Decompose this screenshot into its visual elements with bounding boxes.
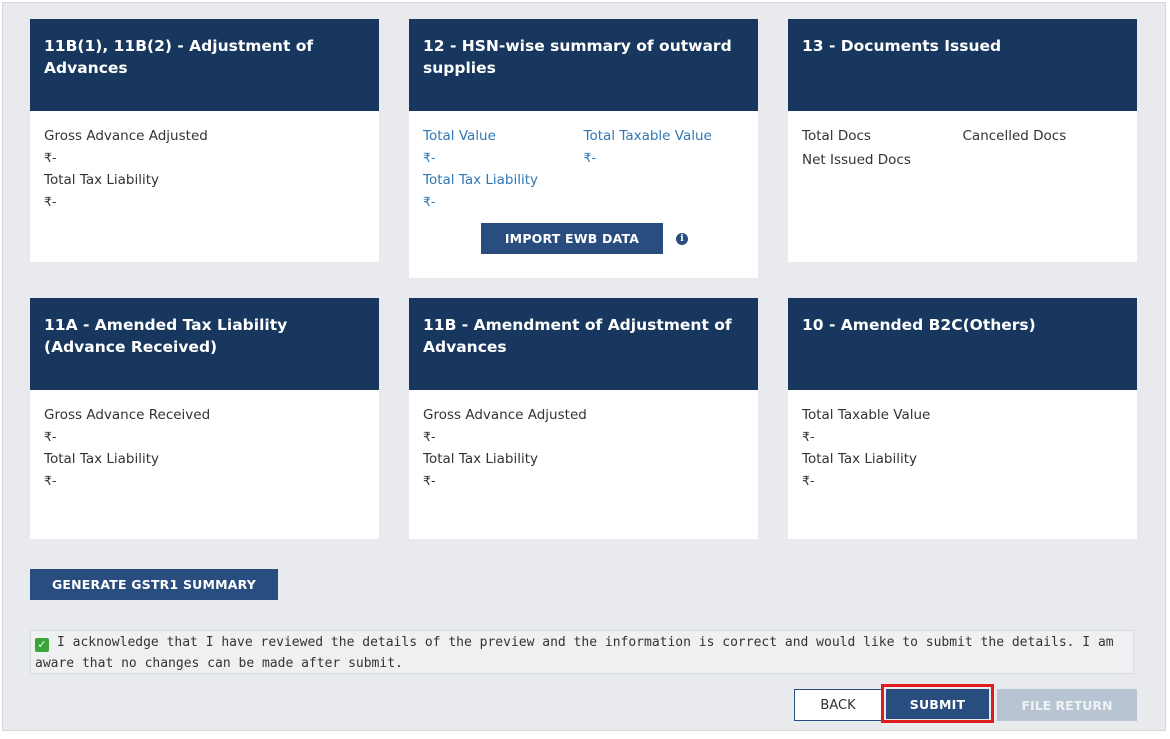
- info-icon[interactable]: i: [676, 233, 688, 245]
- card-title: 13 - Documents Issued: [788, 19, 1137, 111]
- card-hsn-summary[interactable]: 12 - HSN-wise summary of outward supplie…: [409, 19, 758, 278]
- cancelled-docs-label: Cancelled Docs: [962, 128, 1067, 144]
- total-value-value: ₹-: [423, 150, 436, 165]
- total-value-label: Total Value: [423, 128, 496, 144]
- total-taxable-value-label: Total Taxable Value: [583, 128, 712, 144]
- generate-gstr1-summary-button[interactable]: GENERATE GSTR1 SUMMARY: [30, 569, 278, 600]
- total-tax-liability-value: ₹-: [423, 194, 436, 209]
- total-tax-liability-label: Total Tax Liability: [423, 172, 539, 188]
- card-adjustment-of-advances[interactable]: 11B(1), 11B(2) - Adjustment of Advances …: [30, 19, 379, 262]
- total-taxable-value-value: ₹-: [583, 150, 596, 165]
- submit-button[interactable]: SUBMIT: [886, 689, 989, 719]
- total-taxable-value-value: ₹-: [802, 429, 815, 444]
- back-button[interactable]: BACK: [794, 689, 882, 721]
- import-ewb-data-button[interactable]: IMPORT EWB DATA: [481, 223, 663, 254]
- total-tax-liability-label: Total Tax Liability: [44, 172, 160, 188]
- total-tax-liability-value: ₹-: [44, 473, 57, 488]
- card-title: 10 - Amended B2C(Others): [788, 298, 1137, 390]
- total-docs-label: Total Docs: [802, 128, 871, 144]
- acknowledgement-text: I acknowledge that I have reviewed the d…: [35, 635, 1114, 671]
- total-tax-liability-value: ₹-: [44, 194, 57, 209]
- total-tax-liability-label: Total Tax Liability: [423, 451, 539, 467]
- gross-advance-adjusted-label: Gross Advance Adjusted: [423, 407, 587, 423]
- page-container: 11B(1), 11B(2) - Adjustment of Advances …: [2, 2, 1166, 731]
- card-title: 11B - Amendment of Adjustment of Advance…: [409, 298, 758, 390]
- gross-advance-adjusted-label: Gross Advance Adjusted: [44, 128, 208, 144]
- card-amended-b2c-others[interactable]: 10 - Amended B2C(Others) Total Taxable V…: [788, 298, 1137, 539]
- net-issued-docs-label: Net Issued Docs: [802, 152, 911, 168]
- card-title: 12 - HSN-wise summary of outward supplie…: [409, 19, 758, 111]
- card-amendment-of-adjustment[interactable]: 11B - Amendment of Adjustment of Advance…: [409, 298, 758, 539]
- gross-advance-received-value: ₹-: [44, 429, 57, 444]
- gross-advance-received-label: Gross Advance Received: [44, 407, 211, 423]
- total-tax-liability-label: Total Tax Liability: [44, 451, 160, 467]
- total-tax-liability-label: Total Tax Liability: [802, 451, 918, 467]
- checkmark-icon[interactable]: ✓: [35, 637, 49, 652]
- card-documents-issued[interactable]: 13 - Documents Issued Total Docs Cancell…: [788, 19, 1137, 262]
- gross-advance-adjusted-value: ₹-: [44, 150, 57, 165]
- card-title: 11B(1), 11B(2) - Adjustment of Advances: [30, 19, 379, 111]
- card-title: 11A - Amended Tax Liability (Advance Rec…: [30, 298, 379, 390]
- total-tax-liability-value: ₹-: [802, 473, 815, 488]
- total-tax-liability-value: ₹-: [423, 473, 436, 488]
- card-amended-tax-liability[interactable]: 11A - Amended Tax Liability (Advance Rec…: [30, 298, 379, 539]
- acknowledgement-box: ✓ I acknowledge that I have reviewed the …: [30, 630, 1134, 674]
- total-taxable-value-label: Total Taxable Value: [802, 407, 931, 423]
- gross-advance-adjusted-value: ₹-: [423, 429, 436, 444]
- file-return-button[interactable]: FILE RETURN: [997, 689, 1137, 721]
